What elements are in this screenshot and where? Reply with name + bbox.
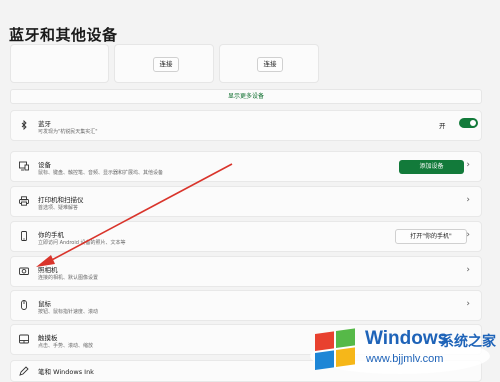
devices-icon [19,161,29,171]
phone-icon [21,231,27,241]
phone-subtitle: 立即访问 Android 设备的照片、文本等 [38,240,126,246]
mouse-label: 鼠标 [38,300,51,308]
mouse-row[interactable]: 鼠标 按钮、鼠标指针速度、滚动 › [10,290,482,321]
bluetooth-subtitle: 可发现为"杭锐民天集实汇" [38,129,98,135]
phone-row[interactable]: 你的手机 立即访问 Android 设备的照片、文本等 打开"你的手机" › [10,221,482,252]
add-device-button[interactable]: 添加设备 [399,160,464,174]
devices-row[interactable]: 设备 鼠标、键盘、触控笔、音频、显示器和扩展坞、其他设备 添加设备 › [10,151,482,182]
camera-row[interactable]: 照相机 连接的相机、默认图像设置 › [10,256,482,287]
bluetooth-label: 蓝牙 [38,120,51,128]
touchpad-subtitle: 点击、手势、滚动、缩放 [38,343,94,349]
phone-label: 你的手机 [38,231,64,239]
mouse-icon [21,300,27,310]
camera-icon [19,267,29,275]
devices-subtitle: 鼠标、键盘、触控笔、音频、显示器和扩展坞、其他设备 [38,170,164,176]
chevron-right-icon: › [466,160,470,170]
watermark-cn: 系统之家 [440,334,496,350]
page-title: 蓝牙和其他设备 [9,26,118,44]
camera-label: 照相机 [38,266,58,274]
printers-label: 打印机和扫描仪 [38,196,84,204]
bluetooth-row[interactable]: 蓝牙 可发现为"杭锐民天集实汇" 开 [10,110,482,141]
connect-button[interactable]: 连接 [257,57,283,72]
printers-subtitle: 首选项、疑难解答 [38,205,79,211]
touchpad-icon [19,334,29,344]
bluetooth-icon [21,120,27,130]
devices-label: 设备 [38,161,51,169]
watermark-url: www.bjjmlv.com [366,353,444,365]
watermark-brand: Windows [365,328,449,349]
chevron-right-icon: › [466,265,470,275]
show-more-devices-button[interactable]: 显示更多设备 [10,89,482,104]
bluetooth-toggle[interactable] [459,118,478,128]
camera-subtitle: 连接的相机、默认图像设置 [38,275,99,281]
chevron-right-icon: › [466,299,470,309]
chevron-right-icon: › [466,195,470,205]
connect-button[interactable]: 连接 [153,57,179,72]
chevron-right-icon: › [466,230,470,240]
bluetooth-toggle-label: 开 [439,122,446,130]
printer-icon [19,196,29,206]
touchpad-label: 触摸板 [38,334,58,342]
printers-row[interactable]: 打印机和扫描仪 首选项、疑难解答 › [10,186,482,217]
device-card[interactable] [10,44,109,83]
open-your-phone-button[interactable]: 打开"你的手机" [395,229,467,244]
mouse-subtitle: 按钮、鼠标指针速度、滚动 [38,309,99,315]
